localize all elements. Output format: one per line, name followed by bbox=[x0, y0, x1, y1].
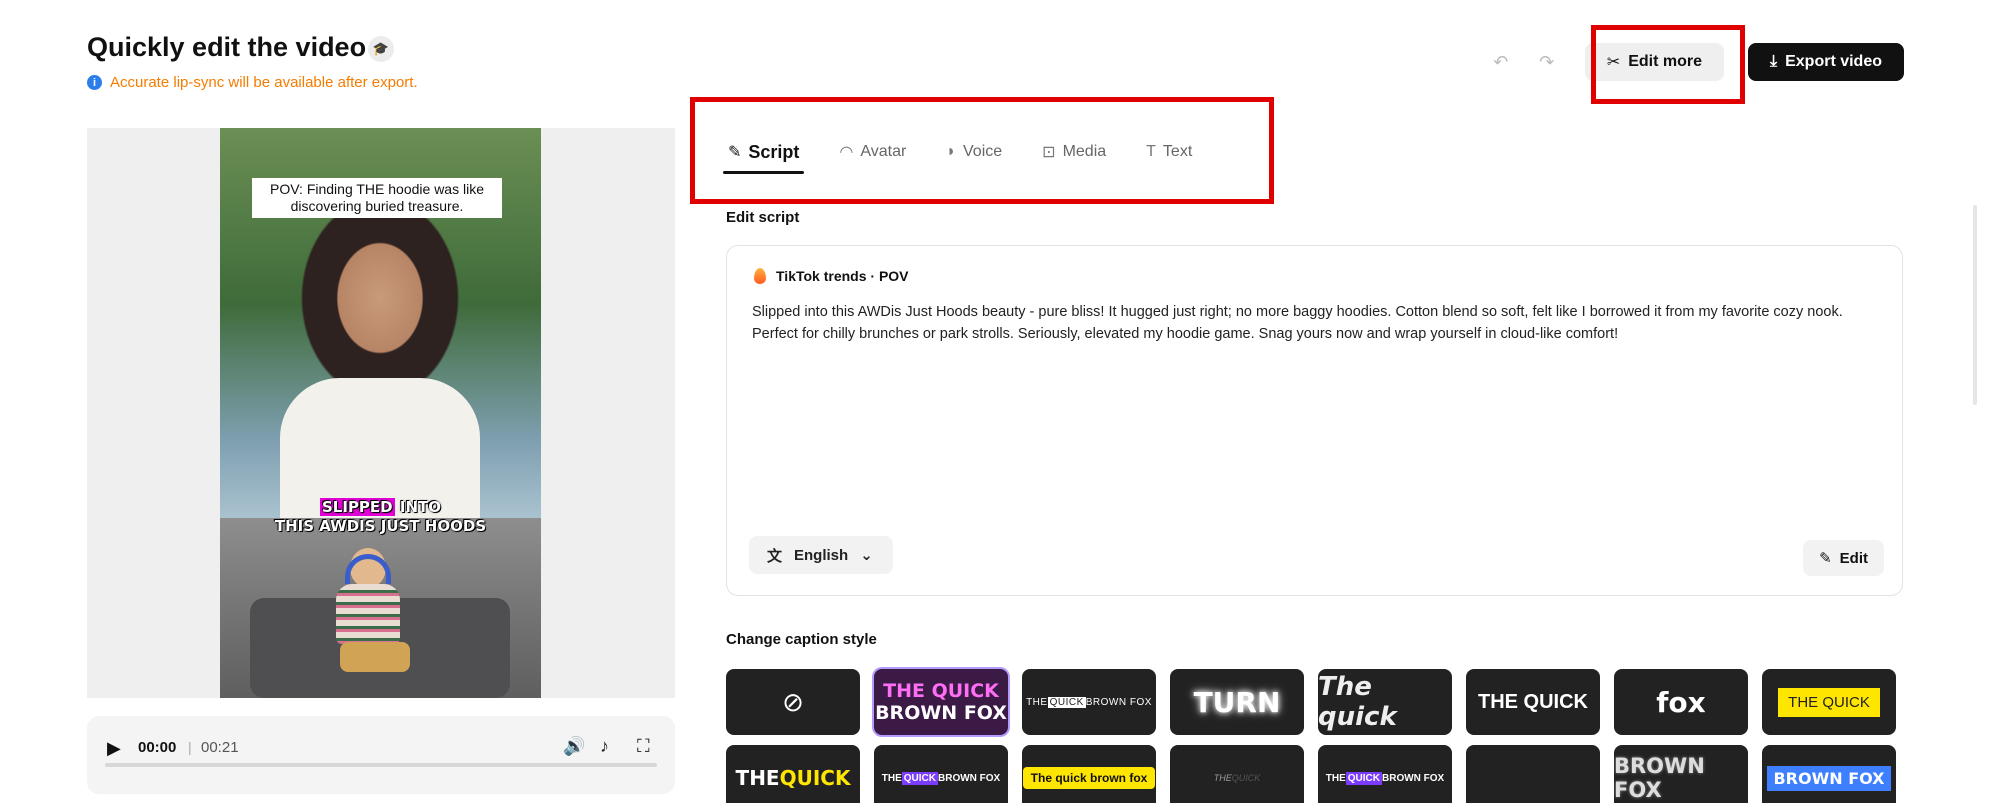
caption-style-fox[interactable]: fox bbox=[1614, 669, 1748, 735]
script-template-tag: TikTok trends · POV bbox=[754, 268, 909, 284]
page-title: Quickly edit the video bbox=[87, 32, 367, 62]
script-editor[interactable]: TikTok trends · POV Slipped into this AW… bbox=[726, 245, 1903, 596]
avatar-body bbox=[280, 378, 480, 518]
caption-style-none[interactable]: ⊘ bbox=[726, 669, 860, 735]
video-player-controls: ▶ 00:00 | 00:21 🔊 ♪ ⛶ bbox=[87, 716, 675, 794]
current-time: 00:00 bbox=[138, 739, 177, 756]
notice-text: Accurate lip-sync will be available afte… bbox=[110, 74, 418, 91]
top-actions: ↶ ↷ ✂ Edit more ⤓ Export video bbox=[1483, 43, 1904, 81]
export-label: Export video bbox=[1785, 53, 1882, 70]
caption-highlight-word: SLIPPED bbox=[320, 498, 395, 516]
avatar-icon: ◠ bbox=[839, 144, 854, 161]
tab-script[interactable]: ✎ Script bbox=[723, 130, 805, 174]
caption-style-the-quick[interactable]: THE QUICK bbox=[1466, 669, 1600, 735]
undo-icon[interactable]: ↶ bbox=[1483, 44, 1519, 80]
video-caption-top: POV: Finding THE hoodie was like discove… bbox=[252, 178, 502, 218]
info-icon: i bbox=[87, 75, 102, 90]
progress-bar[interactable] bbox=[105, 763, 657, 767]
export-video-button[interactable]: ⤓ Export video bbox=[1748, 43, 1904, 81]
caption-style-grid: ⊘ THE QUICK BROWN FOX THE QUICK BROWN FOX… bbox=[726, 669, 1896, 803]
lip-sync-notice: i Accurate lip-sync will be available af… bbox=[87, 74, 418, 91]
caption-style-yellow-box[interactable]: THE QUICK bbox=[1762, 669, 1896, 735]
play-icon[interactable]: ▶ bbox=[107, 738, 121, 759]
caption-style-italic[interactable]: The quick bbox=[1318, 669, 1452, 735]
graduation-cap-icon[interactable]: 🎓 bbox=[368, 36, 394, 62]
caption-style-blue-box[interactable]: BROWN FOX bbox=[1762, 745, 1896, 803]
scissors-icon: ✂ bbox=[1606, 54, 1621, 71]
tab-voice[interactable]: ◗ Voice bbox=[941, 130, 1007, 174]
media-icon: ⊡ bbox=[1042, 144, 1056, 161]
caption-style-purple-mark-2[interactable]: THE QUICK BROWN FOX bbox=[1318, 745, 1452, 803]
caption-style-quick-yellow[interactable]: THE QUICK bbox=[726, 745, 860, 803]
caption-style-faint[interactable]: THE QUICK bbox=[1170, 745, 1304, 803]
edit-script-button[interactable]: ✎ Edit bbox=[1803, 540, 1884, 576]
download-icon: ⤓ bbox=[1770, 53, 1778, 70]
edit-script-label: Edit script bbox=[726, 209, 800, 226]
caption-style-tiny-mark[interactable]: THE QUICK BROWN FOX bbox=[1022, 669, 1156, 735]
volume-icon[interactable]: 🔊 bbox=[563, 736, 585, 757]
video-caption-bottom: SLIPPED INTO THIS AWDIS JUST HOODS bbox=[274, 498, 487, 535]
voice-icon: ◗ bbox=[946, 143, 957, 160]
caption-style-quick-brown-fox[interactable]: THE QUICK BROWN FOX bbox=[874, 669, 1008, 735]
caption-style-yellow-pill[interactable]: The quick brown fox bbox=[1022, 745, 1156, 803]
caption-style-blank[interactable] bbox=[1466, 745, 1600, 803]
fullscreen-icon[interactable]: ⛶ bbox=[637, 736, 650, 757]
caption-style-purple-mark[interactable]: THE QUICK BROWN FOX bbox=[874, 745, 1008, 803]
script-text[interactable]: Slipped into this AWDis Just Hoods beaut… bbox=[752, 301, 1872, 345]
tab-text[interactable]: T Text bbox=[1141, 130, 1197, 174]
tiktok-icon[interactable]: ♪ bbox=[600, 736, 609, 757]
editor-tabs: ✎ Script ◠ Avatar ◗ Voice ⊡ Media T Text bbox=[723, 130, 1227, 174]
chevron-down-icon: ⌄ bbox=[860, 547, 873, 564]
total-time: 00:21 bbox=[201, 739, 239, 756]
caption-style-turn-glow[interactable]: TURN bbox=[1170, 669, 1304, 735]
time-separator: | bbox=[188, 739, 192, 755]
no-caption-icon: ⊘ bbox=[782, 686, 804, 717]
edit-more-button[interactable]: ✂ Edit more bbox=[1584, 43, 1725, 81]
translate-icon: 文 bbox=[767, 547, 783, 565]
video-frame[interactable]: POV: Finding THE hoodie was like discove… bbox=[220, 128, 541, 698]
video-preview-panel: POV: Finding THE hoodie was like discove… bbox=[87, 128, 675, 698]
language-value: English bbox=[794, 546, 849, 564]
flame-icon bbox=[754, 268, 766, 284]
script-icon: ✎ bbox=[728, 144, 742, 161]
caption-style-brown-fox[interactable]: BROWN FOX bbox=[1614, 745, 1748, 803]
child-figure bbox=[328, 548, 410, 678]
tab-avatar[interactable]: ◠ Avatar bbox=[834, 130, 911, 174]
edit-more-label: Edit more bbox=[1628, 53, 1703, 70]
pencil-icon: ✎ bbox=[1819, 550, 1832, 567]
scrollbar[interactable] bbox=[1973, 205, 1977, 405]
text-icon: T bbox=[1146, 143, 1156, 160]
redo-icon[interactable]: ↷ bbox=[1529, 44, 1565, 80]
caption-style-label: Change caption style bbox=[726, 631, 877, 648]
tab-media[interactable]: ⊡ Media bbox=[1037, 130, 1111, 174]
language-select[interactable]: 文 English ⌄ bbox=[749, 536, 893, 574]
